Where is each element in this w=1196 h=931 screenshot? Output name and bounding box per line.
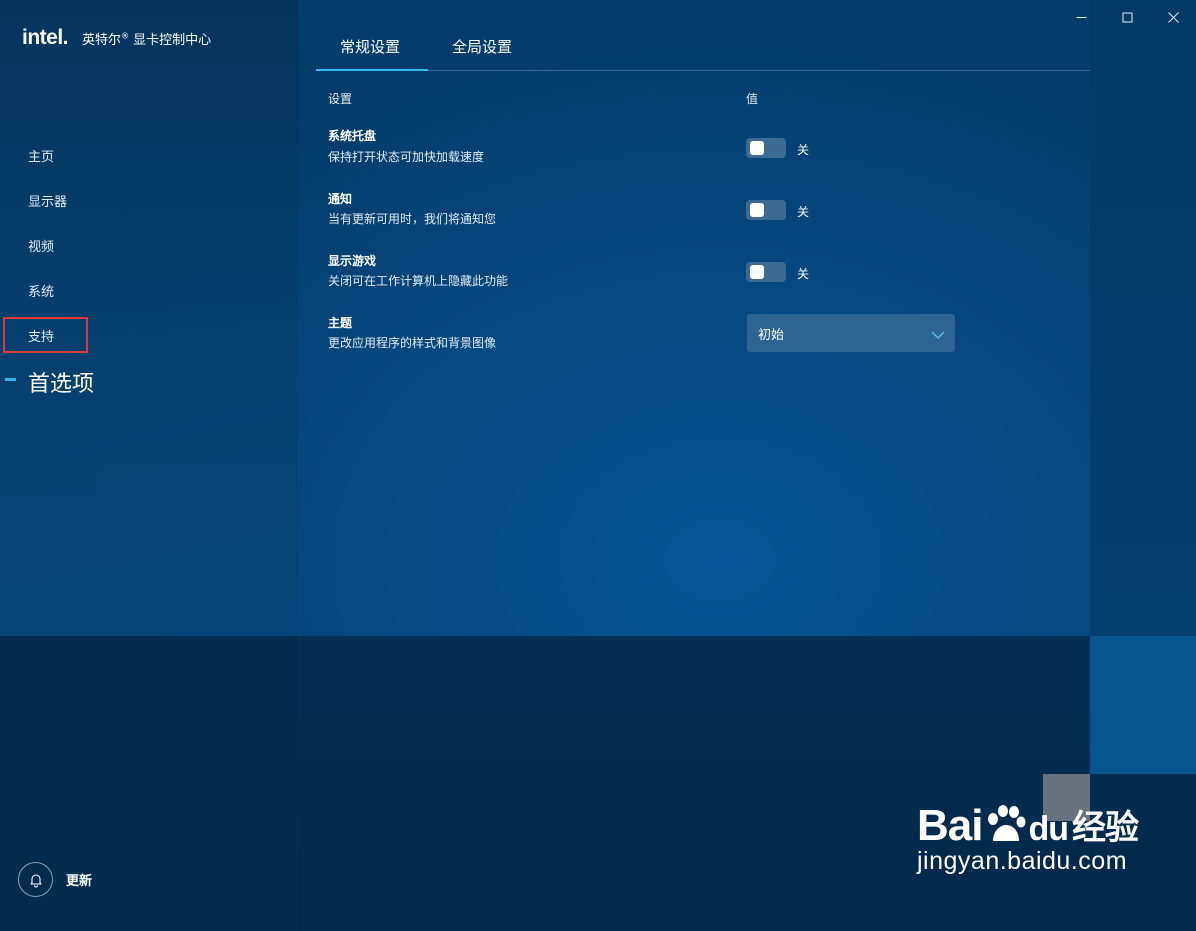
notifications-state: 关	[797, 205, 810, 219]
setting-title-notifications: 通知	[328, 192, 353, 206]
setting-desc-theme: 更改应用程序的样式和背景图像	[328, 336, 497, 350]
system-tray-state: 关	[797, 143, 810, 157]
setting-title-show-games: 显示游戏	[328, 254, 377, 268]
bell-icon	[18, 862, 53, 897]
sidebar-item-preferences[interactable]: 首选项	[28, 366, 94, 398]
setting-desc-notifications: 当有更新可用时，我们将通知您	[328, 212, 497, 226]
support-highlight-box	[3, 317, 88, 353]
setting-desc-system-tray: 保持打开状态可加快加载速度	[328, 150, 485, 164]
setting-title-theme: 主题	[328, 316, 353, 330]
tab-general-settings[interactable]: 常规设置	[340, 36, 400, 57]
maximize-icon[interactable]	[1104, 0, 1150, 34]
sidebar-item-system[interactable]: 系统	[28, 281, 54, 300]
setting-desc-show-games: 关闭可在工作计算机上隐藏此功能	[328, 274, 509, 288]
tab-divider	[316, 70, 1090, 71]
setting-title-system-tray: 系统托盘	[328, 129, 377, 143]
intel-logo: intel.	[22, 26, 69, 49]
sidebar-item-display[interactable]: 显示器	[28, 191, 67, 210]
notifications-toggle[interactable]	[746, 200, 786, 220]
close-icon[interactable]	[1150, 0, 1196, 34]
chevron-down-icon	[931, 324, 945, 343]
show-games-state: 关	[797, 267, 810, 281]
column-header-setting: 设置	[328, 92, 353, 106]
theme-dropdown[interactable]: 初始	[747, 314, 955, 352]
sidebar-item-home[interactable]: 主页	[28, 146, 54, 165]
tab-global-settings[interactable]: 全局设置	[452, 36, 512, 57]
background	[0, 0, 1196, 931]
app-title: 英特尔® 显卡控制中心	[82, 31, 212, 48]
active-indicator	[5, 378, 16, 381]
update-label: 更新	[66, 874, 93, 889]
paw-icon	[988, 805, 1026, 841]
baidu-watermark: Bai du 经验 jingyan.baidu.com	[917, 801, 1139, 875]
tab-active-indicator	[316, 69, 428, 71]
update-button[interactable]: 更新	[18, 862, 92, 897]
sidebar-item-video[interactable]: 视频	[28, 236, 54, 255]
theme-dropdown-value: 初始	[758, 327, 785, 343]
column-header-value: 值	[746, 92, 759, 106]
app-header: intel. 英特尔® 显卡控制中心	[22, 26, 211, 50]
tab-bar: 常规设置 全局设置	[316, 24, 1090, 71]
show-games-toggle[interactable]	[746, 262, 786, 282]
system-tray-toggle[interactable]	[746, 138, 786, 158]
